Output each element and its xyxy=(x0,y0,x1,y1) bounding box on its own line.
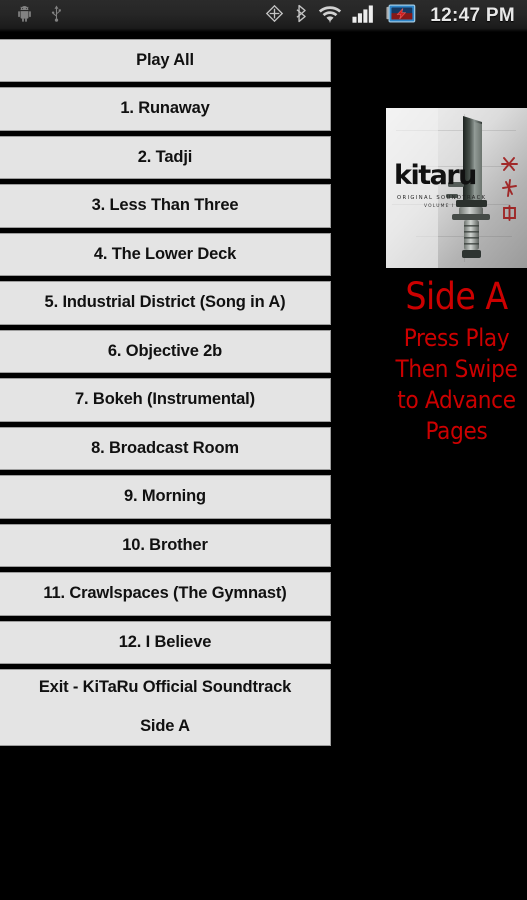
side-label: Side A xyxy=(405,275,508,318)
track-button-1[interactable]: 1. Runaway xyxy=(0,87,331,131)
track-label: 9. Morning xyxy=(124,487,206,506)
album-art-image: kitaru ORIGINAL SOUNDTRACK VOLUME I xyxy=(386,108,527,268)
album-title-text: kitaru xyxy=(394,160,476,191)
track-label: 8. Broadcast Room xyxy=(91,438,239,457)
track-button-12[interactable]: 12. I Believe xyxy=(0,620,331,665)
track-button-4[interactable]: 4. The Lower Deck xyxy=(0,232,331,277)
exit-button[interactable]: Exit - KiTaRu Official Soundtrack Side A xyxy=(0,669,331,746)
status-bar: 12:47 PM xyxy=(0,0,527,33)
track-label: 2. Tadji xyxy=(137,147,193,166)
status-bar-right-icons: 12:47 PM xyxy=(264,3,527,29)
instruction-line-1: Press Play xyxy=(403,323,510,352)
track-button-6[interactable]: 6. Objective 2b xyxy=(0,329,331,374)
app-root: 12:47 PM Play All 1. Runaway 2. Tadji 3.… xyxy=(0,0,527,900)
track-button-8[interactable]: 8. Broadcast Room xyxy=(0,426,331,471)
battery-charging-icon xyxy=(386,4,416,28)
exit-label-line2: Side A xyxy=(140,717,190,736)
track-label: 3. Less Than Three xyxy=(91,196,239,215)
track-button-11[interactable]: 11. Crawlspaces (The Gymnast) xyxy=(0,572,331,616)
android-robot-icon xyxy=(15,4,34,28)
track-button-9[interactable]: 9. Morning xyxy=(0,475,331,519)
wifi-icon xyxy=(318,4,342,28)
exit-label-line1: Exit - KiTaRu Official Soundtrack xyxy=(38,678,292,697)
track-button-7[interactable]: 7. Bokeh (Instrumental) xyxy=(0,378,331,422)
track-label: 7. Bokeh (Instrumental) xyxy=(75,390,255,409)
status-bar-left-icons xyxy=(0,4,65,28)
gps-location-icon xyxy=(264,3,285,29)
album-subtitle-line1: ORIGINAL SOUNDTRACK xyxy=(397,195,486,201)
track-button-play-all[interactable]: Play All xyxy=(0,39,331,83)
track-button-10[interactable]: 10. Brother xyxy=(0,523,331,568)
album-art: kitaru ORIGINAL SOUNDTRACK VOLUME I xyxy=(386,108,527,268)
track-list: Play All 1. Runaway 2. Tadji 3. Less Tha… xyxy=(0,39,331,751)
cellular-signal-icon xyxy=(352,3,376,29)
track-button-5[interactable]: 5. Industrial District (Song in A) xyxy=(0,281,331,325)
status-bar-clock: 12:47 PM xyxy=(430,5,515,26)
track-label: 10. Brother xyxy=(122,535,208,554)
track-label: 12. I Believe xyxy=(118,632,212,651)
track-label: 4. The Lower Deck xyxy=(93,244,237,263)
instruction-line-3: to Advance xyxy=(397,386,516,415)
side-panel: kitaru ORIGINAL SOUNDTRACK VOLUME I Side… xyxy=(386,108,527,448)
track-button-3[interactable]: 3. Less Than Three xyxy=(0,184,331,228)
instructions-text: Press Play Then Swipe to Advance Pages xyxy=(386,323,527,448)
track-label: Play All xyxy=(136,51,194,69)
track-button-2[interactable]: 2. Tadji xyxy=(0,135,331,180)
instruction-line-4: Pages xyxy=(425,417,488,446)
usb-icon xyxy=(48,4,65,28)
exit-label: Exit - KiTaRu Official Soundtrack Side A xyxy=(6,678,324,736)
instruction-line-2: Then Swipe xyxy=(395,355,518,384)
bluetooth-icon xyxy=(295,3,308,29)
track-label: 6. Objective 2b xyxy=(107,341,223,360)
track-label: 1. Runaway xyxy=(120,99,210,118)
album-subtitle-line2: VOLUME I xyxy=(424,203,455,209)
track-label: 11. Crawlspaces (The Gymnast) xyxy=(43,584,287,603)
track-label: 5. Industrial District (Song in A) xyxy=(44,293,286,312)
